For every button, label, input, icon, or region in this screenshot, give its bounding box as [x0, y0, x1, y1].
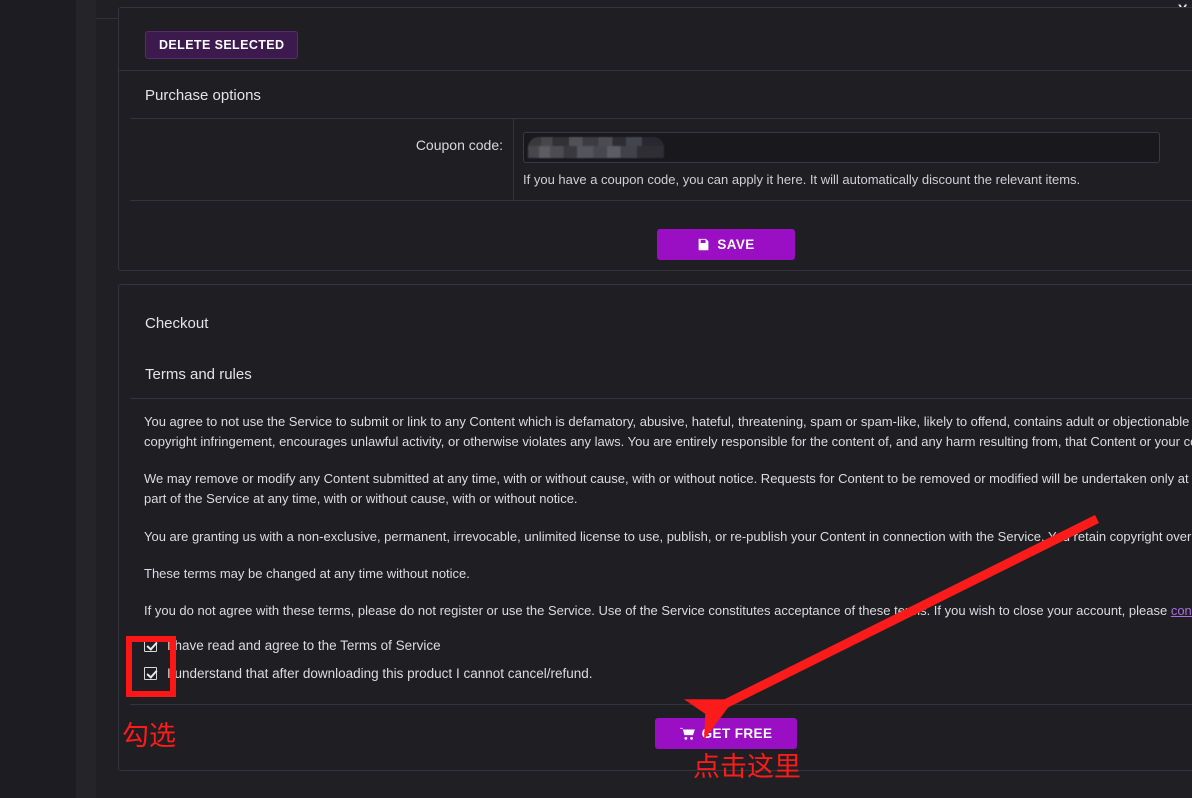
terms-paragraph: You agree to not use the Service to subm…	[144, 412, 1192, 452]
coupon-label: Coupon code:	[416, 137, 503, 153]
agreement-checkbox-group: I have read and agree to the Terms of Se…	[144, 638, 593, 694]
purchase-toolbar: DELETE SELECTED	[119, 8, 1192, 71]
contact-us-link[interactable]: contact us	[1171, 603, 1192, 618]
shopping-cart-icon	[680, 727, 695, 740]
get-free-button-label: GET FREE	[702, 726, 773, 741]
save-button[interactable]: SAVE	[657, 229, 795, 260]
purchase-options-title: Purchase options	[145, 87, 261, 104]
get-free-button[interactable]: GET FREE	[655, 718, 797, 749]
terms-paragraph: We may remove or modify any Content subm…	[144, 469, 1192, 509]
terms-agree-checkbox-row[interactable]: I have read and agree to the Terms of Se…	[144, 638, 593, 653]
checkout-title: Checkout	[145, 315, 208, 332]
terms-and-rules-title: Terms and rules	[145, 366, 252, 383]
delete-selected-button[interactable]: DELETE SELECTED	[145, 31, 298, 59]
terms-final-text: If you do not agree with these terms, pl…	[144, 603, 1171, 618]
coupon-label-cell: Coupon code:	[130, 119, 514, 200]
no-refund-checkbox[interactable]	[144, 667, 157, 680]
no-refund-checkbox-row[interactable]: I understand that after downloading this…	[144, 666, 593, 681]
terms-agree-checkbox[interactable]	[144, 639, 157, 652]
floppy-disk-icon	[697, 238, 710, 251]
purchase-options-card: DELETE SELECTED Purchase options Coupon …	[118, 7, 1192, 271]
checkout-card: Checkout Terms and rules You agree to no…	[118, 284, 1192, 771]
app-root: Y DELETE SELECTED Purchase options Coupo…	[0, 0, 1192, 798]
terms-final-paragraph: If you do not agree with these terms, pl…	[144, 601, 1192, 621]
terms-paragraph: You are granting us with a non-exclusive…	[144, 527, 1192, 547]
coupon-hint-text: If you have a coupon code, you can apply…	[523, 172, 1192, 187]
redacted-coupon-value	[528, 137, 664, 158]
terms-agree-label: I have read and agree to the Terms of Se…	[167, 638, 441, 653]
checkout-footer-bar: GET FREE	[130, 704, 1192, 761]
no-refund-label: I understand that after downloading this…	[167, 666, 593, 681]
save-button-label: SAVE	[717, 237, 754, 252]
terms-paragraph: These terms may be changed at any time w…	[144, 564, 1192, 584]
coupon-code-input[interactable]	[523, 132, 1160, 163]
coupon-form-row: Coupon code: If you have a coupon code, …	[130, 118, 1192, 201]
coupon-field-cell: If you have a coupon code, you can apply…	[514, 119, 1192, 200]
